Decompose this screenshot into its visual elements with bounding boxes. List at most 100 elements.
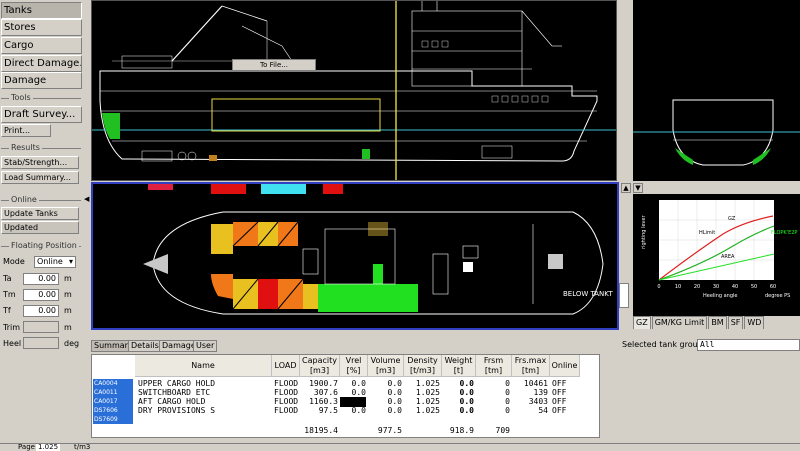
heel-unit: deg (64, 339, 80, 348)
ta-unit: m (64, 274, 72, 283)
trim-unit: m (64, 323, 72, 332)
tab-details[interactable]: Details (128, 340, 162, 352)
gz-ylabel: righting lever (641, 214, 647, 249)
tanks-button[interactable]: Tanks (1, 2, 82, 19)
total-volume: 977.5 (377, 426, 402, 435)
vrel-unit: [%] (346, 366, 361, 375)
cell-volume[interactable] (368, 415, 402, 425)
gz-xunit: degree PS (765, 293, 790, 299)
frsmax-label: Frs.max (514, 356, 547, 365)
col-header-weight[interactable]: Weight [t] (442, 355, 476, 377)
weight-unit: [t] (453, 366, 464, 375)
to-file-tooltip[interactable]: To File... (232, 59, 316, 71)
results-title: Results (9, 143, 42, 152)
gz-tick: 0 (657, 284, 660, 290)
tm-unit: m (64, 290, 72, 299)
chevron-down-icon: ▾ (68, 257, 73, 266)
ship-profile-drawing (92, 1, 616, 180)
gz-tick: 20 (694, 284, 700, 290)
tank-id-cell[interactable]: CA0011 (93, 388, 133, 397)
tank-group-label: Selected tank group: (622, 340, 706, 349)
floating-position-group: Floating Position (1, 241, 81, 250)
col-header-frsmax[interactable]: Frs.max [tm] (512, 355, 550, 377)
tools-title: Tools (9, 93, 33, 102)
total-capacity: 18195.4 (304, 426, 338, 435)
status-bar: Page 1.025 t/m3 (0, 443, 800, 451)
capacity-label: Capacity (302, 356, 337, 365)
damage-button[interactable]: Damage (1, 72, 82, 89)
draft-survey-button[interactable]: Draft Survey... (1, 106, 82, 123)
volume-unit: [m3] (375, 366, 396, 375)
stores-button[interactable]: Stores (1, 19, 82, 36)
gz-tick: 50 (751, 284, 757, 290)
tf-field[interactable]: 0.00 (23, 305, 59, 317)
updated-status: Updated (1, 221, 79, 234)
tank-group-select[interactable]: All (697, 339, 800, 351)
capacity-unit: [m3] (309, 366, 330, 375)
tab-sf[interactable]: SF (727, 316, 744, 329)
density-unit: [t/m3] (410, 366, 435, 375)
plan-scrollbar[interactable] (619, 283, 629, 308)
tank-id-cell[interactable]: CA0017 (93, 397, 133, 406)
col-header-vrel[interactable]: Vrel [%] (340, 355, 368, 377)
tank-id-cell[interactable]: DS7606 (93, 406, 133, 415)
direct-damage-button[interactable]: Direct Damage... (1, 55, 82, 72)
tab-wd[interactable]: WD (744, 316, 765, 329)
scroll-up-icon[interactable]: ▲ (621, 183, 631, 193)
flood-series-label: FLOPK'E2P (771, 230, 797, 236)
trim-label: Trim (3, 323, 21, 332)
ship-section-drawing (633, 99, 800, 166)
mode-label: Mode (3, 257, 25, 266)
volume-label: Volume (370, 356, 401, 365)
tab-gz[interactable]: GZ (633, 316, 651, 329)
total-weight: 918.9 (449, 426, 474, 435)
section-view[interactable] (633, 0, 800, 181)
profile-view[interactable]: To File... (91, 0, 617, 181)
tf-unit: m (64, 306, 72, 315)
cell-online (552, 415, 580, 425)
tab-user[interactable]: User (193, 340, 218, 352)
plan-view[interactable]: BELOW TANKT (91, 182, 619, 330)
ta-field[interactable]: 0.00 (23, 273, 59, 285)
total-frsm: 709 (495, 426, 510, 435)
online-group: Online (1, 195, 81, 204)
gz-tick: 60 (770, 284, 776, 290)
gz-curve-panel[interactable]: righting lever GZ HLimit AREA FLOPK'E2P … (633, 194, 800, 316)
print-button[interactable]: Print... (1, 124, 51, 137)
frsm-unit: [tm] (484, 366, 503, 375)
trim-field (23, 321, 59, 333)
tank-id-cell[interactable]: CA0004 (93, 379, 133, 388)
gz-tick: 30 (713, 284, 719, 290)
cell-frsmax (512, 415, 548, 425)
cell-name (138, 415, 272, 425)
tm-field[interactable]: 0.00 (23, 289, 59, 301)
cell-vrel[interactable] (340, 415, 366, 425)
cell-weight (442, 415, 474, 425)
cargo-button[interactable]: Cargo (1, 37, 82, 54)
ship-plan-drawing (143, 184, 604, 315)
load-summary-button[interactable]: Load Summary... (1, 171, 79, 184)
col-header-density[interactable]: Density [t/m3] (404, 355, 442, 377)
gz-series-label: GZ (728, 216, 736, 222)
col-header-load[interactable]: LOAD (272, 355, 300, 377)
col-header-name[interactable]: Name (135, 355, 272, 377)
mode-value: Online (37, 257, 63, 266)
update-tanks-button[interactable]: Update Tanks (1, 207, 79, 220)
dropdown-icon[interactable]: ▼ (633, 183, 643, 193)
results-group: Results (1, 143, 81, 152)
cell-frsm (476, 415, 510, 425)
gz-xlabel: Heeling angle (703, 293, 738, 299)
tank-summary-table: Name LOAD Capacity [m3] Vrel [%] Volume [m3… (91, 354, 600, 438)
tm-label: Tm (3, 290, 16, 299)
tab-bm[interactable]: BM (708, 316, 727, 329)
tank-id-cell[interactable]: DS7609 (93, 415, 133, 424)
col-header-volume[interactable]: Volume [m3] (368, 355, 404, 377)
gz-tick: 10 (675, 284, 681, 290)
col-header-capacity[interactable]: Capacity [m3] (300, 355, 340, 377)
mode-select[interactable]: Online ▾ (34, 256, 76, 268)
stab-strength-button[interactable]: Stab/Strength... (1, 156, 79, 169)
col-header-frsm[interactable]: Frsm [tm] (476, 355, 512, 377)
collapse-left-icon[interactable]: ◀ (84, 195, 89, 203)
tab-gm-kg-limit[interactable]: GM/KG Limit (651, 316, 708, 329)
col-header-online[interactable]: Online (550, 355, 580, 377)
